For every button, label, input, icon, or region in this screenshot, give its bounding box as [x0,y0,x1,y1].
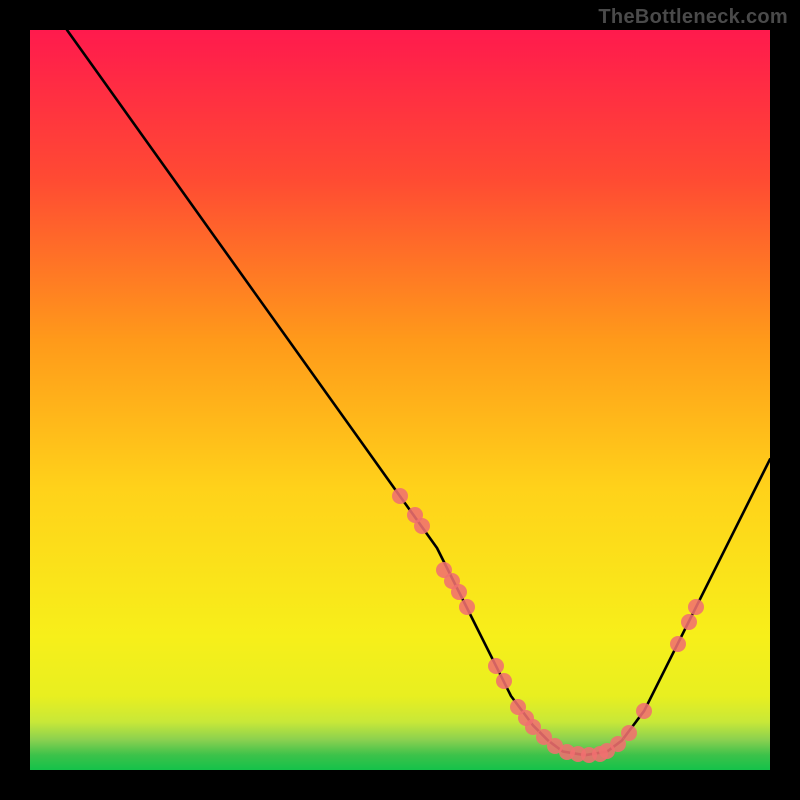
plot-background-gradient [30,30,770,770]
chart-container: TheBottleneck.com [0,0,800,800]
plot-area [30,30,770,770]
watermark-text: TheBottleneck.com [598,6,788,29]
